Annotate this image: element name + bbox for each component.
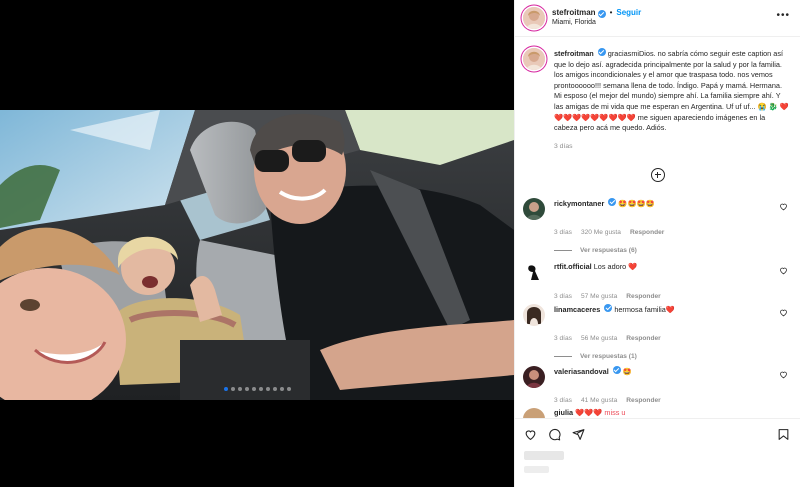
commenter-avatar[interactable] (523, 198, 545, 220)
commenter-avatar[interactable] (523, 304, 545, 326)
post-date-placeholder (524, 466, 549, 473)
commenter-avatar[interactable] (523, 262, 545, 284)
view-replies-button[interactable]: Ver respuestas (6) (554, 247, 792, 254)
carousel-dot (230, 387, 235, 391)
post-header: stefroitman • Seguir Miami, Florida ••• (515, 0, 800, 37)
comment-text: ❤️❤️❤️ miss u (575, 408, 626, 417)
bookmark-icon (778, 429, 789, 440)
comment-likes[interactable]: 41 Me gusta (581, 397, 617, 404)
author-username[interactable]: stefroitman (552, 8, 596, 18)
like-comment-heart-icon[interactable] (779, 202, 788, 211)
like-comment-heart-icon[interactable] (779, 370, 788, 379)
caption-verified-badge-icon (597, 48, 606, 56)
post-side-panel: stefroitman • Seguir Miami, Florida ••• … (514, 0, 800, 487)
caption-username[interactable]: stefroitman (554, 49, 594, 58)
commenter-username[interactable]: linamcaceres (554, 305, 600, 314)
carousel-dot (258, 387, 263, 391)
heart-icon (525, 430, 536, 441)
comment-likes[interactable]: 56 Me gusta (581, 335, 617, 342)
carousel-dot (265, 387, 270, 391)
comment-text: hermosa familia❤️ (614, 305, 675, 314)
verified-badge-icon (608, 198, 617, 206)
more-options-icon[interactable]: ••• (776, 11, 790, 21)
car-selfie-image (0, 110, 514, 400)
reply-button[interactable]: Responder (626, 293, 660, 300)
reply-button[interactable]: Responder (630, 229, 664, 236)
verified-badge-icon (597, 9, 606, 18)
follow-button[interactable]: Seguir (616, 8, 641, 18)
comment-item: rickymontaner 🤩🤩🤩🤩 3 días 320 Me gusta R… (523, 198, 792, 254)
commenter-username[interactable]: rickymontaner (554, 199, 604, 208)
comment-item: linamcaceres hermosa familia❤️ 3 días 56… (523, 304, 792, 360)
commenter-avatar[interactable] (523, 408, 545, 418)
caption-time[interactable]: 3 días (554, 142, 790, 153)
carousel-dot (279, 387, 284, 391)
comment-likes[interactable]: 320 Me gusta (581, 229, 621, 236)
author-avatar[interactable] (523, 7, 545, 29)
comment-button[interactable] (548, 428, 561, 441)
comment-icon (549, 428, 561, 441)
comment-item: rtfit.official Los adoro ❤️ 3 días 57 Me… (523, 262, 792, 300)
comment-time[interactable]: 3 días (554, 397, 572, 404)
carousel-indicator (0, 387, 514, 391)
save-button[interactable] (777, 428, 790, 441)
commenter-username[interactable]: rtfit.official (554, 262, 592, 271)
load-more-comments-icon[interactable] (651, 168, 665, 182)
carousel-dot (286, 387, 291, 391)
verified-badge-icon (604, 304, 613, 312)
like-comment-heart-icon[interactable] (779, 266, 788, 275)
comment-time[interactable]: 3 días (554, 229, 572, 236)
comment-text: 🤩 (622, 367, 632, 376)
comment-time[interactable]: 3 días (554, 293, 572, 300)
comment-likes[interactable]: 57 Me gusta (581, 293, 617, 300)
share-button[interactable] (572, 428, 585, 441)
like-button[interactable] (524, 428, 537, 441)
post-photo[interactable] (0, 110, 514, 400)
like-comment-heart-icon[interactable] (779, 308, 788, 317)
comment-time[interactable]: 3 días (554, 335, 572, 342)
commenter-username[interactable]: giulia (554, 408, 573, 417)
carousel-dot (223, 387, 228, 391)
commenter-avatar[interactable] (523, 366, 545, 388)
view-replies-button[interactable]: Ver respuestas (1) (554, 353, 792, 360)
media-viewer[interactable] (0, 0, 514, 487)
likes-summary-placeholder (524, 451, 564, 460)
commenter-username[interactable]: valeriasandoval (554, 367, 609, 376)
post-location[interactable]: Miami, Florida (552, 19, 641, 27)
carousel-dot (251, 387, 256, 391)
verified-badge-icon (612, 366, 621, 374)
caption-avatar[interactable] (523, 48, 545, 70)
header-separator: • (609, 8, 613, 18)
share-icon (572, 429, 585, 440)
carousel-dot (244, 387, 249, 391)
comment-item: valeriasandoval 🤩 3 días 41 Me gusta Res… (523, 366, 792, 404)
post-caption: stefroitman graciasmiDios. no sabría cóm… (523, 48, 790, 152)
comment-text: Los adoro ❤️ (593, 262, 638, 271)
carousel-dot (237, 387, 242, 391)
caption-text: graciasmiDios. no sabría cómo seguir est… (554, 49, 784, 111)
post-actions-bar (515, 418, 800, 487)
reply-button[interactable]: Responder (626, 397, 660, 404)
comment-item: giulia ❤️❤️❤️ miss u (523, 408, 792, 418)
reply-button[interactable]: Responder (626, 335, 660, 342)
comment-text: 🤩🤩🤩🤩 (618, 199, 655, 208)
carousel-dot (272, 387, 277, 391)
